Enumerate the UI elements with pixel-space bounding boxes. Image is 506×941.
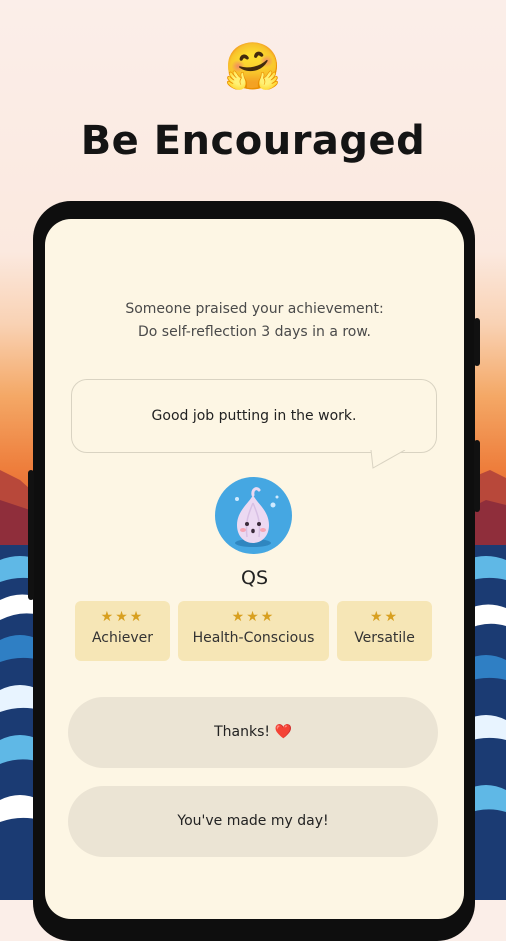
avatar[interactable] [215, 477, 292, 554]
badge-label: Health-Conscious [192, 630, 315, 646]
thanks-button[interactable]: Thanks! ❤️ [68, 697, 438, 768]
badge-stars: ★★ [369, 609, 400, 625]
phone-side-button-left [28, 470, 34, 600]
praise-line-2: Do self-reflection 3 days in a row. [138, 324, 371, 340]
badge-label: Achiever [91, 630, 154, 646]
badge-versatile: ★★ Versatile [337, 601, 432, 661]
phone-side-button-right-top [474, 318, 480, 366]
praise-notification: Someone praised your achievement: Do sel… [45, 298, 464, 344]
hugging-face-emoji: 🤗 [224, 39, 282, 93]
made-my-day-button[interactable]: You've made my day! [68, 786, 438, 857]
phone-side-button-right-bottom [474, 440, 480, 512]
page-title: Be Encouraged [80, 118, 426, 164]
badge-health-conscious: ★★★ Health-Conscious [178, 601, 329, 661]
message-bubble: Good job putting in the work. [71, 379, 437, 453]
message-text: Good job putting in the work. [151, 408, 357, 424]
badge-stars: ★★★ [231, 609, 276, 625]
badge-label: Versatile [354, 630, 415, 646]
badge-achiever: ★★★ Achiever [75, 601, 170, 661]
bubble-tail [370, 450, 406, 469]
onion-character-icon [235, 487, 279, 547]
badge-stars: ★★★ [100, 609, 145, 625]
praise-line-1: Someone praised your achievement: [125, 301, 384, 317]
user-name[interactable]: QS [45, 567, 464, 589]
app-screen: Someone praised your achievement: Do sel… [45, 219, 464, 919]
